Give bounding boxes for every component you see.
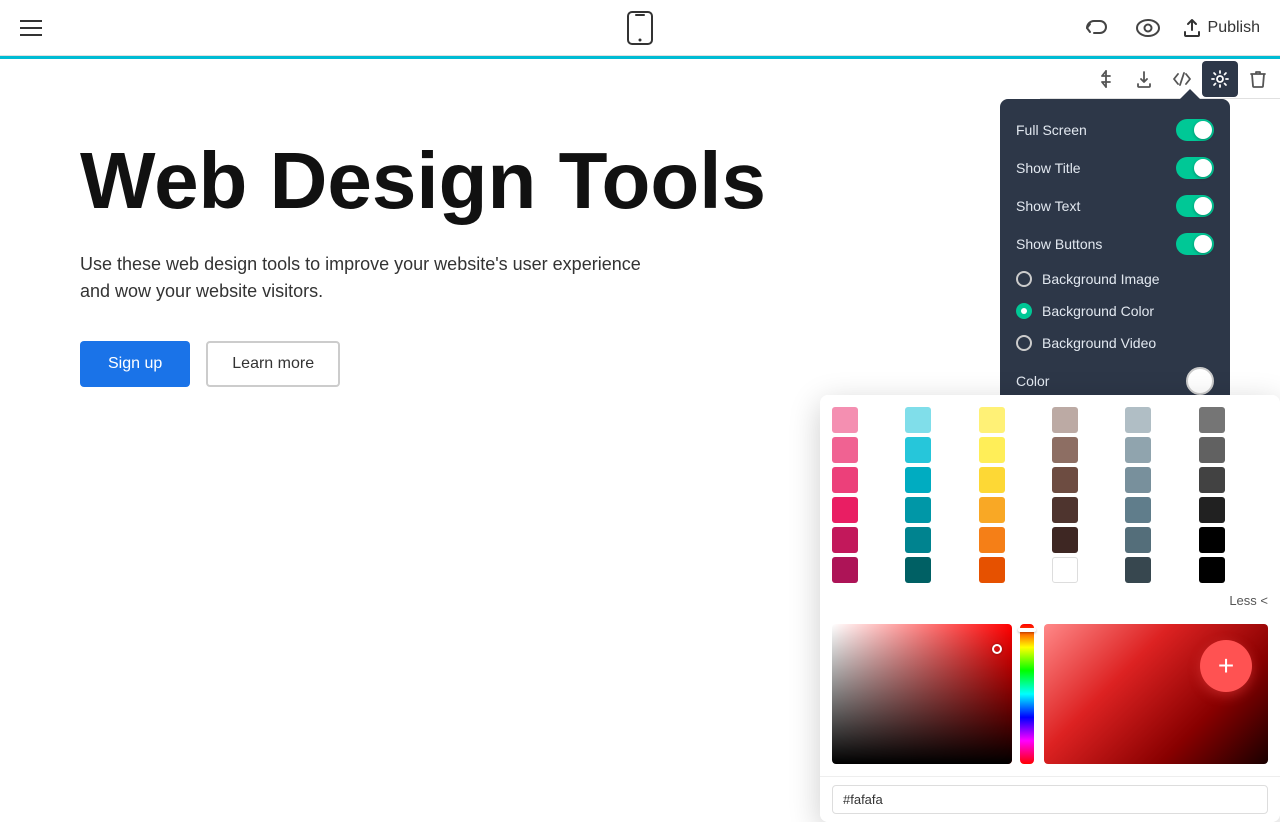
color-swatch[interactable] [1186, 367, 1214, 395]
swatch-cell[interactable] [1199, 407, 1225, 433]
bg-color-label: Background Color [1042, 303, 1154, 319]
undo-btn[interactable] [1078, 10, 1114, 46]
swatch-cell[interactable] [832, 437, 858, 463]
swatch-cell[interactable] [832, 557, 858, 583]
bg-color-radio[interactable] [1016, 303, 1032, 319]
hue-slider-handle [1018, 628, 1036, 632]
swatch-cell[interactable] [1125, 497, 1151, 523]
swatch-cell[interactable] [1125, 407, 1151, 433]
swatch-cell[interactable] [1199, 437, 1225, 463]
publish-button[interactable]: Publish [1182, 18, 1260, 38]
settings-panel: Full Screen Show Title Show Text Show Bu… [1000, 99, 1230, 415]
show-buttons-row: Show Buttons [1000, 225, 1230, 263]
swatch-cell[interactable] [1125, 467, 1151, 493]
publish-label: Publish [1208, 19, 1260, 37]
phone-icon[interactable] [626, 10, 654, 46]
swatch-cell[interactable] [979, 527, 1005, 553]
gradient-cursor [992, 644, 1002, 654]
swatch-cell[interactable] [832, 527, 858, 553]
signup-button[interactable]: Sign up [80, 341, 190, 387]
full-screen-label: Full Screen [1016, 122, 1087, 138]
topbar-right: Publish [1078, 10, 1260, 46]
swatch-cell[interactable] [1125, 527, 1151, 553]
swatch-cell[interactable] [905, 527, 931, 553]
swatch-cell[interactable] [1052, 497, 1078, 523]
swatch-cell[interactable] [1052, 407, 1078, 433]
show-text-toggle[interactable] [1176, 195, 1214, 217]
bg-color-row[interactable]: Background Color [1000, 295, 1230, 327]
show-title-toggle[interactable] [1176, 157, 1214, 179]
swatch-cell[interactable] [979, 407, 1005, 433]
swatch-grid [832, 407, 1268, 583]
swatch-cell[interactable] [1125, 557, 1151, 583]
page-description: Use these web design tools to improve yo… [80, 251, 660, 305]
add-section-button[interactable]: + [1200, 640, 1252, 692]
swatch-cell[interactable] [1052, 467, 1078, 493]
less-button[interactable]: Less < [832, 589, 1268, 612]
swatch-cell[interactable] [1052, 527, 1078, 553]
preview-btn[interactable] [1130, 10, 1166, 46]
swatch-cell[interactable] [1199, 467, 1225, 493]
swatches-area: Less < [820, 395, 1280, 624]
swatch-cell[interactable] [1052, 557, 1078, 583]
color-label: Color [1016, 373, 1049, 389]
bg-video-label: Background Video [1042, 335, 1156, 351]
menu-icon[interactable] [20, 20, 42, 36]
swatch-cell[interactable] [832, 407, 858, 433]
move-updown-btn[interactable] [1088, 61, 1124, 97]
show-title-label: Show Title [1016, 160, 1081, 176]
swatch-cell[interactable] [905, 467, 931, 493]
swatch-cell[interactable] [832, 467, 858, 493]
bg-video-row[interactable]: Background Video [1000, 327, 1230, 359]
bg-video-radio[interactable] [1016, 335, 1032, 351]
bg-image-row[interactable]: Background Image [1000, 263, 1230, 295]
swatch-cell[interactable] [905, 497, 931, 523]
hex-input-area [820, 776, 1280, 822]
full-screen-row: Full Screen [1000, 111, 1230, 149]
swatch-cell[interactable] [979, 467, 1005, 493]
color-picker-panel: Less < [820, 395, 1280, 822]
show-text-label: Show Text [1016, 198, 1080, 214]
hex-input[interactable] [832, 785, 1268, 814]
swatch-cell[interactable] [1125, 437, 1151, 463]
settings-btn[interactable] [1202, 61, 1238, 97]
swatch-cell[interactable] [832, 497, 858, 523]
show-buttons-toggle[interactable] [1176, 233, 1214, 255]
show-title-row: Show Title [1000, 149, 1230, 187]
bg-image-label: Background Image [1042, 271, 1160, 287]
learn-more-button[interactable]: Learn more [206, 341, 340, 387]
swatch-cell[interactable] [905, 437, 931, 463]
bg-image-radio[interactable] [1016, 271, 1032, 287]
full-screen-toggle[interactable] [1176, 119, 1214, 141]
swatch-cell[interactable] [905, 557, 931, 583]
swatch-cell[interactable] [979, 497, 1005, 523]
swatch-cell[interactable] [1199, 497, 1225, 523]
swatch-cell[interactable] [1052, 437, 1078, 463]
download-btn[interactable] [1126, 61, 1162, 97]
swatch-cell[interactable] [905, 407, 931, 433]
swatch-cell[interactable] [1199, 527, 1225, 553]
plus-icon: + [1218, 650, 1234, 682]
page-title: Web Design Tools [80, 139, 830, 223]
gradient-square[interactable] [832, 624, 1012, 764]
show-text-row: Show Text [1000, 187, 1230, 225]
show-buttons-label: Show Buttons [1016, 236, 1102, 252]
topbar: Publish [0, 0, 1280, 56]
topbar-center [626, 10, 654, 46]
swatch-cell[interactable] [979, 557, 1005, 583]
swatch-cell[interactable] [1199, 557, 1225, 583]
delete-btn[interactable] [1240, 61, 1276, 97]
teal-accent-line [0, 56, 1280, 59]
swatch-cell[interactable] [979, 437, 1005, 463]
topbar-left [20, 20, 42, 36]
toolbar-strip [1040, 59, 1280, 99]
hue-slider[interactable] [1020, 624, 1034, 764]
